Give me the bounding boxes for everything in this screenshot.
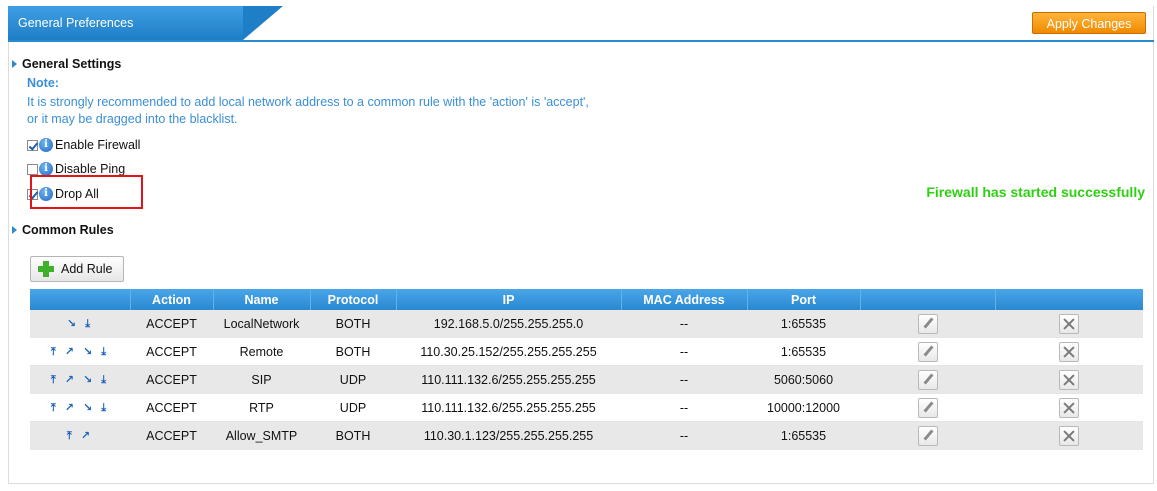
table-row: ↘ ⤓ ACCEPT LocalNetwork BOTH 192.168.5.0… [30,310,1143,338]
cell-mac: -- [621,337,747,366]
delete-x-icon[interactable] [1059,369,1079,390]
cell-port: 1:65535 [747,310,860,338]
cell-ip: 110.30.25.152/255.255.255.255 [396,337,621,366]
reorder-arrows-icon[interactable]: ⤒ ↗ ↘ ⤓ [51,374,109,386]
cell-action: ACCEPT [130,365,213,394]
cell-action: ACCEPT [130,421,213,450]
cell-ip: 110.111.132.6/255.255.255.255 [396,393,621,422]
table-header-row: Action Name Protocol IP MAC Address Port [30,289,1143,310]
expand-triangle-icon [12,60,17,68]
disable-ping-checkbox[interactable] [27,163,38,175]
delete-x-icon[interactable] [1059,425,1079,446]
cell-action: ACCEPT [130,393,213,422]
note-line-1: It is strongly recommended to add local … [27,95,589,109]
add-rule-button[interactable]: Add Rule [30,256,124,282]
table-row: ⤒ ↗ ACCEPT Allow_SMTP BOTH 110.30.1.123/… [30,421,1143,450]
common-rules-table: Action Name Protocol IP MAC Address Port… [30,289,1143,450]
plus-icon [38,261,54,277]
info-icon[interactable]: i [39,162,53,176]
column-header-ip: IP [396,289,622,310]
delete-x-icon[interactable] [1059,397,1079,418]
cell-protocol: UDP [310,393,396,422]
column-header-name: Name [213,289,311,310]
note-label: Note: [27,76,59,90]
column-header-port: Port [747,289,861,310]
cell-mac: -- [621,310,747,338]
cell-mac: -- [621,365,747,394]
add-rule-label: Add Rule [61,262,113,276]
column-header-edit [860,289,996,310]
common-rules-title: Common Rules [22,223,114,237]
cell-protocol: BOTH [310,421,396,450]
note-line-2: or it may be dragged into the blacklist. [27,112,238,126]
disable-ping-label: Disable Ping [55,162,126,176]
info-icon[interactable]: i [39,138,53,152]
common-rules-header[interactable]: Common Rules [12,223,114,237]
edit-pencil-icon[interactable] [917,425,938,446]
cell-ip: 110.30.1.123/255.255.255.255 [396,421,621,450]
column-header-mac: MAC Address [621,289,748,310]
tab-general-preferences[interactable]: General Preferences [8,6,243,40]
cell-name: Allow_SMTP [213,421,310,450]
cell-name: RTP [213,393,310,422]
header-bar: General Preferences Apply Changes [8,6,1154,42]
cell-name: Remote [213,337,310,366]
delete-x-icon[interactable] [1059,341,1079,362]
cell-name: SIP [213,365,310,394]
cell-mac: -- [621,393,747,422]
drop-all-highlight-box [30,175,143,209]
cell-port: 5060:5060 [747,365,860,394]
table-row: ⤒ ↗ ↘ ⤓ ACCEPT Remote BOTH 110.30.25.152… [30,337,1143,366]
cell-ip: 110.111.132.6/255.255.255.255 [396,365,621,394]
enable-firewall-checkbox[interactable] [27,139,38,151]
expand-triangle-icon [12,226,17,234]
cell-protocol: UDP [310,365,396,394]
edit-pencil-icon[interactable] [917,397,938,418]
option-enable-firewall: i Enable Firewall [27,137,140,153]
column-header-delete [995,289,1143,310]
cell-name: LocalNetwork [213,310,310,338]
cell-action: ACCEPT [130,310,213,338]
column-header-order [30,289,131,310]
reorder-arrows-icon[interactable]: ↘ ⤓ [67,318,93,330]
cell-port: 1:65535 [747,337,860,366]
table-row: ⤒ ↗ ↘ ⤓ ACCEPT SIP UDP 110.111.132.6/255… [30,365,1143,394]
reorder-arrows-icon[interactable]: ⤒ ↗ ↘ ⤓ [51,402,109,414]
cell-action: ACCEPT [130,337,213,366]
tab-decoration [243,6,283,40]
cell-port: 1:65535 [747,421,860,450]
delete-x-icon[interactable] [1059,313,1079,334]
apply-changes-button[interactable]: Apply Changes [1032,12,1146,34]
edit-pencil-icon[interactable] [917,369,938,390]
cell-protocol: BOTH [310,310,396,338]
cell-protocol: BOTH [310,337,396,366]
general-settings-header[interactable]: General Settings [12,57,121,71]
cell-port: 10000:12000 [747,393,860,422]
cell-ip: 192.168.5.0/255.255.255.0 [396,310,621,338]
general-settings-title: General Settings [22,57,122,71]
enable-firewall-label: Enable Firewall [55,138,141,152]
table-row: ⤒ ↗ ↘ ⤓ ACCEPT RTP UDP 110.111.132.6/255… [30,393,1143,422]
edit-pencil-icon[interactable] [917,313,938,334]
edit-pencil-icon[interactable] [917,341,938,362]
column-header-protocol: Protocol [310,289,397,310]
firewall-status-message: Firewall has started successfully [926,184,1145,200]
reorder-arrows-icon[interactable]: ⤒ ↗ ↘ ⤓ [51,346,109,358]
reorder-arrows-icon[interactable]: ⤒ ↗ [67,430,93,442]
column-header-action: Action [130,289,214,310]
cell-mac: -- [621,421,747,450]
